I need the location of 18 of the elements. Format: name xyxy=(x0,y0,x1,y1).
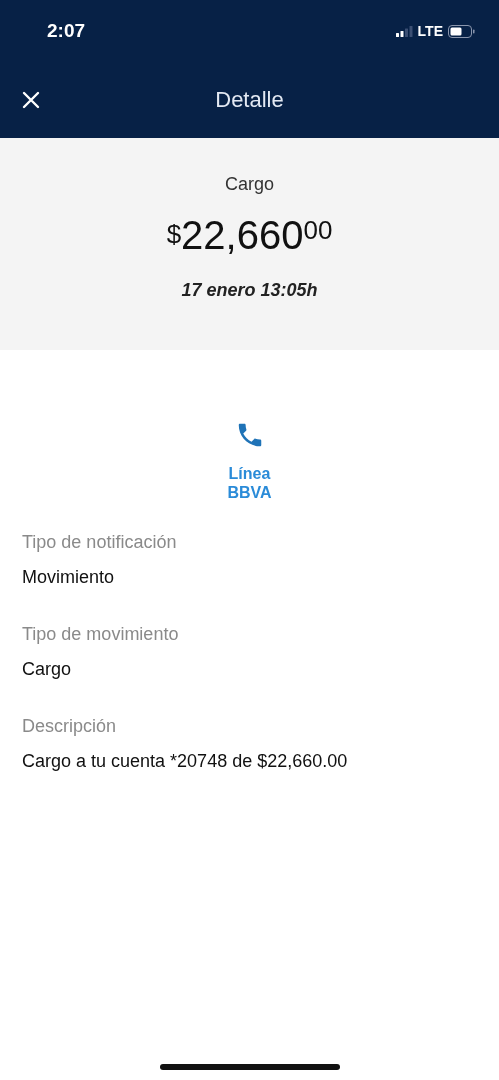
status-time: 2:07 xyxy=(47,20,86,42)
amount-value: 22,660 xyxy=(181,213,304,258)
battery-icon xyxy=(448,24,475,38)
field-value: Cargo xyxy=(22,659,73,681)
screen-title: Detalle xyxy=(215,87,284,113)
signal-icon xyxy=(395,25,413,37)
field-label: Tipo de movimiento xyxy=(22,624,180,646)
field-label: Descripción xyxy=(22,716,118,738)
field-value: Cargo a tu cuenta *20748 de $22,660.00 xyxy=(22,751,349,773)
network-label: LTE xyxy=(417,23,443,39)
field-label: Tipo de notificación xyxy=(22,532,178,554)
call-bbva-button[interactable]: Línea BBVA xyxy=(204,420,295,503)
amount-cents: 00 xyxy=(303,215,333,246)
transaction-type: Cargo xyxy=(225,174,274,195)
transaction-date: 17 enero 13:05h xyxy=(181,280,318,301)
currency-sign: $ xyxy=(166,219,182,249)
close-icon[interactable] xyxy=(22,91,40,109)
field-value: Movimiento xyxy=(22,567,116,589)
